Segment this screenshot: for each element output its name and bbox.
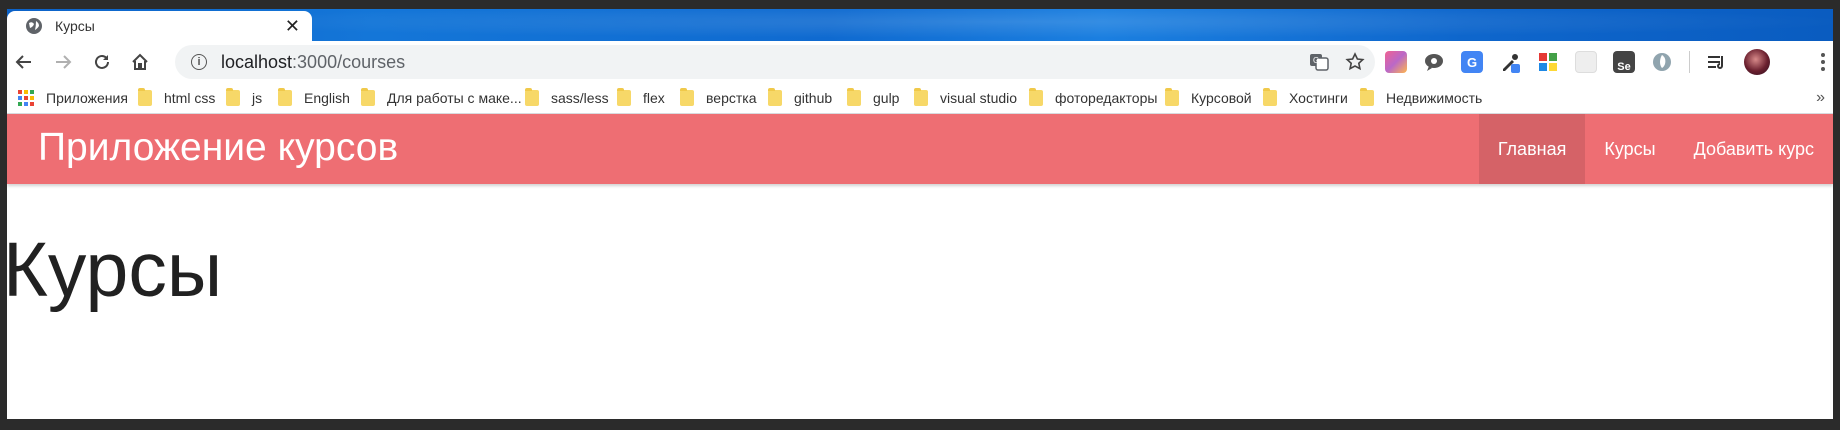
folder-icon: [1029, 88, 1043, 106]
extensions-area: G Se: [1385, 49, 1770, 75]
nav-links: Главная Курсы Добавить курс: [1478, 114, 1833, 184]
bookmark-folder[interactable]: js: [226, 88, 263, 106]
folder-icon: [226, 88, 240, 106]
apps-grid-icon: [18, 90, 34, 106]
browser-tab[interactable]: Курсы ✕: [7, 11, 312, 41]
menu-kebab-icon[interactable]: [1821, 53, 1825, 71]
star-icon[interactable]: [1345, 52, 1365, 72]
bookmark-folder[interactable]: English: [278, 88, 350, 106]
folder-icon: [617, 88, 631, 106]
browser-window: Курсы ✕ i localhost:3000/courses G G Se …: [7, 9, 1833, 419]
address-bar[interactable]: i localhost:3000/courses G: [175, 45, 1375, 79]
folder-icon: [914, 88, 928, 106]
globe-icon: [26, 18, 42, 34]
folder-icon: [1165, 88, 1179, 106]
home-button[interactable]: [128, 50, 152, 74]
bookmark-label: Приложения: [46, 90, 128, 106]
bookmark-folder[interactable]: верстка: [680, 88, 757, 106]
bookmark-folder[interactable]: sass/less: [525, 88, 609, 106]
translate-icon[interactable]: G: [1309, 52, 1329, 72]
bookmark-folder[interactable]: Для работы с маке...: [361, 88, 522, 106]
folder-icon: [525, 88, 539, 106]
media-queue-icon[interactable]: [1706, 51, 1728, 73]
bookmark-label: html css: [164, 90, 216, 106]
color-extension-icon[interactable]: [1385, 51, 1407, 73]
bookmark-label: github: [794, 90, 833, 106]
more-bookmarks-icon[interactable]: »: [1816, 89, 1825, 107]
bookmark-label: Курсовой: [1191, 90, 1252, 106]
back-button[interactable]: [12, 50, 36, 74]
folder-icon: [1360, 88, 1374, 106]
bookmark-label: flex: [643, 90, 665, 106]
folder-icon: [361, 88, 375, 106]
app-navbar: Приложение курсов Главная Курсы Добавить…: [7, 114, 1833, 184]
bookmark-folder[interactable]: Курсовой: [1165, 88, 1252, 106]
folder-icon: [768, 88, 782, 106]
folder-icon: [1263, 88, 1277, 106]
folder-icon: [847, 88, 861, 106]
folder-icon: [278, 88, 292, 106]
bookmark-folder[interactable]: Хостинги: [1263, 88, 1348, 106]
bookmark-label: sass/less: [551, 90, 609, 106]
bookmark-folder[interactable]: visual studio: [914, 88, 1018, 106]
bookmark-folder[interactable]: github: [768, 88, 833, 106]
url-host: localhost: [221, 51, 293, 72]
shield-extension-icon[interactable]: [1651, 51, 1673, 73]
home-icon: [132, 53, 148, 70]
bookmark-label: Для работы с маке...: [387, 90, 522, 106]
reload-icon: [95, 54, 109, 69]
back-arrow-icon: [15, 55, 31, 69]
nav-link-home[interactable]: Главная: [1478, 114, 1586, 184]
web-page: Приложение курсов Главная Курсы Добавить…: [7, 114, 1833, 419]
reload-button[interactable]: [90, 50, 114, 74]
folder-icon: [138, 88, 152, 106]
folder-icon: [680, 88, 694, 106]
bookmark-label: visual studio: [940, 90, 1018, 106]
bookmark-label: gulp: [873, 90, 900, 106]
bookmark-apps[interactable]: Приложения: [18, 90, 128, 106]
bookmark-label: English: [304, 90, 350, 106]
page-title: Курсы: [7, 227, 223, 313]
tab-title: Курсы: [55, 18, 95, 34]
bookmark-label: js: [252, 90, 263, 106]
address-url: localhost:3000/courses: [221, 52, 405, 73]
google-translate-icon[interactable]: G: [1461, 51, 1483, 73]
browser-toolbar: i localhost:3000/courses G G Se: [7, 41, 1833, 83]
nav-link-courses[interactable]: Курсы: [1585, 114, 1674, 184]
nav-link-add-course[interactable]: Добавить курс: [1675, 114, 1833, 184]
url-path: :3000/courses: [292, 51, 406, 72]
bookmark-folder[interactable]: Недвижимость: [1360, 88, 1483, 106]
bookmark-folder[interactable]: gulp: [847, 88, 900, 106]
selenium-icon[interactable]: Se: [1613, 51, 1635, 73]
eyedropper-icon[interactable]: [1499, 51, 1521, 73]
bookmark-label: фоторедакторы: [1055, 90, 1158, 106]
chat-extension-icon[interactable]: [1423, 51, 1445, 73]
office-grid-icon[interactable]: [1537, 51, 1559, 73]
forward-button[interactable]: [51, 50, 75, 74]
svg-text:G: G: [1313, 56, 1319, 65]
avatar[interactable]: [1744, 49, 1770, 75]
bookmark-folder[interactable]: html css: [138, 88, 216, 106]
bookmark-folder[interactable]: flex: [617, 88, 665, 106]
blank-extension-icon[interactable]: [1575, 51, 1597, 73]
close-tab-icon[interactable]: ✕: [285, 17, 300, 35]
bookmark-label: Хостинги: [1289, 90, 1348, 106]
brand-logo[interactable]: Приложение курсов: [38, 126, 398, 170]
bookmark-folder[interactable]: фоторедакторы: [1029, 88, 1158, 106]
bookmark-label: верстка: [706, 90, 757, 106]
bookmarks-bar: Приложения html css js English Для работ…: [7, 83, 1833, 114]
forward-arrow-icon: [56, 55, 72, 69]
bookmark-label: Недвижимость: [1386, 90, 1483, 106]
toolbar-divider: [1689, 51, 1690, 73]
info-icon[interactable]: i: [191, 54, 207, 70]
